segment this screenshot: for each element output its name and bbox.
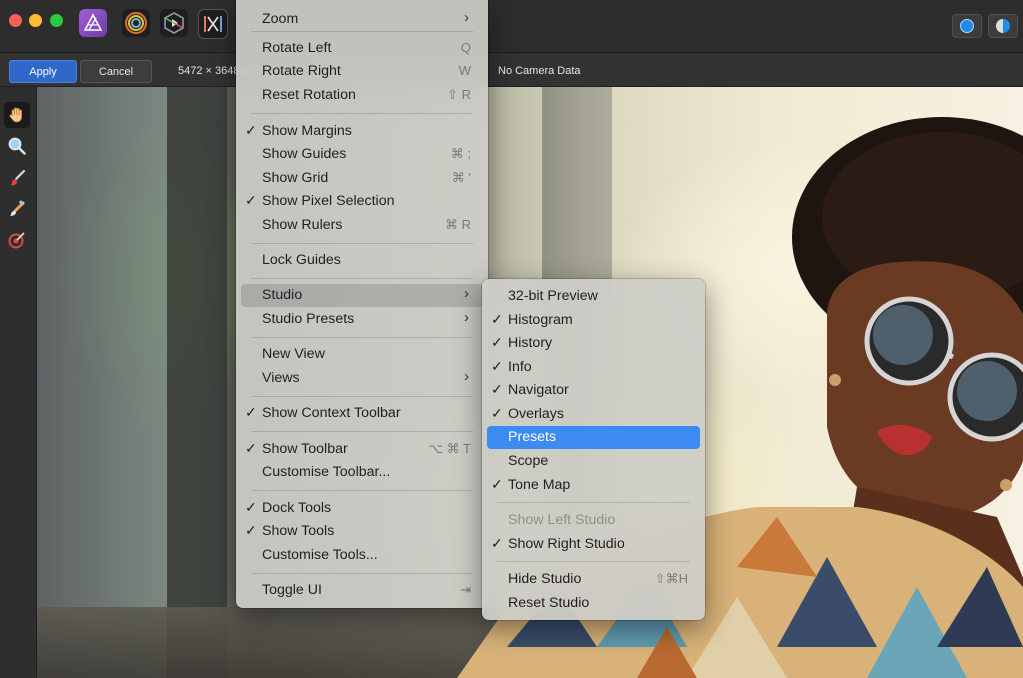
- menu-item-show-context-toolbar[interactable]: ✓ Show Context Toolbar: [241, 402, 483, 425]
- menu-item-show-guides[interactable]: Show Guides ⌘ ;: [241, 143, 483, 166]
- hand-icon: [9, 107, 22, 123]
- minimize-window-button[interactable]: [29, 14, 42, 27]
- menu-item-show-toolbar[interactable]: ✓ Show Toolbar ⌥ ⌘ T: [241, 438, 483, 461]
- zoom-window-button[interactable]: [50, 14, 63, 27]
- menu-item-reset-rotation[interactable]: Reset Rotation ⇧ R: [241, 84, 483, 107]
- brush-tool[interactable]: [4, 165, 30, 191]
- split-view-button[interactable]: [988, 14, 1018, 38]
- menu-item-presets[interactable]: Presets: [487, 426, 700, 449]
- checkmark-icon: ✓: [245, 192, 257, 208]
- photo-persona-icon[interactable]: [79, 9, 107, 37]
- menu-item-hide-studio[interactable]: Hide Studio ⇧⌘H: [487, 568, 700, 591]
- menu-item-show-tools[interactable]: ✓ Show Tools: [241, 520, 483, 543]
- menu-item-show-left-studio: Show Left Studio: [508, 512, 616, 528]
- checkmark-icon: ✓: [491, 334, 503, 350]
- tab-key-icon: ⇥: [460, 582, 471, 597]
- tools-panel: [0, 87, 37, 678]
- chevron-right-icon: ›: [464, 9, 469, 26]
- menu-item-histogram[interactable]: ✓ Histogram: [487, 309, 700, 332]
- color-dot-icon: [960, 19, 974, 33]
- checkmark-icon: ✓: [491, 358, 503, 374]
- checkmark-icon: ✓: [491, 311, 503, 327]
- selection-brush-tool[interactable]: [4, 196, 30, 222]
- checkmark-icon: ✓: [491, 535, 503, 551]
- liquify-persona-icon[interactable]: [122, 9, 150, 37]
- menu-item-rotate-right[interactable]: Rotate Right W: [241, 60, 483, 83]
- hand-tool[interactable]: [4, 102, 30, 128]
- checkmark-icon: ✓: [245, 499, 257, 515]
- checkmark-icon: ✓: [491, 405, 503, 421]
- cancel-button[interactable]: Cancel: [80, 60, 152, 83]
- chevron-right-icon: ›: [464, 309, 469, 326]
- color-mode-button[interactable]: [952, 14, 982, 38]
- split-view-icon: [996, 19, 1010, 33]
- brush-icon: [10, 169, 26, 186]
- menu-item-scope[interactable]: Scope: [487, 450, 700, 473]
- menu-item-toggle-ui[interactable]: Toggle UI ⇥: [241, 579, 483, 602]
- magnifier-icon: [8, 137, 26, 155]
- menu-item-32bit-preview[interactable]: 32-bit Preview: [487, 285, 700, 308]
- menu-item-navigator[interactable]: ✓ Navigator: [487, 379, 700, 402]
- menu-item-show-margins[interactable]: ✓ Show Margins: [241, 120, 483, 143]
- white-balance-icon: [8, 232, 25, 249]
- menu-item-show-rulers[interactable]: Show Rulers ⌘ R: [241, 214, 483, 237]
- develop-persona-icon[interactable]: [160, 9, 188, 37]
- menu-item-views[interactable]: Views ›: [241, 367, 483, 390]
- menu-item-overlays[interactable]: ✓ Overlays: [487, 403, 700, 426]
- apply-button[interactable]: Apply: [9, 60, 77, 83]
- menu-item-dock-tools[interactable]: ✓ Dock Tools: [241, 497, 483, 520]
- menu-item-customise-toolbar[interactable]: Customise Toolbar...: [241, 461, 483, 484]
- white-balance-tool[interactable]: [4, 227, 30, 253]
- menu-item-lock-guides[interactable]: Lock Guides: [241, 249, 483, 272]
- menu-item-studio-presets[interactable]: Studio Presets ›: [241, 308, 483, 331]
- tone-mapping-persona-icon[interactable]: [198, 9, 228, 39]
- context-toolbar: Apply Cancel 5472 × 3648px No Camera Dat…: [0, 53, 1023, 87]
- camera-info: No Camera Data: [498, 65, 581, 77]
- studio-submenu: 32-bit Preview ✓ Histogram ✓ History ✓ I…: [482, 279, 705, 620]
- menu-item-studio[interactable]: Studio ›: [241, 284, 483, 307]
- chevron-right-icon: ›: [464, 368, 469, 385]
- menu-item-reset-studio[interactable]: Reset Studio: [487, 592, 700, 615]
- menu-item-info[interactable]: ✓ Info: [487, 356, 700, 379]
- menu-item-show-right-studio[interactable]: ✓ Show Right Studio: [487, 533, 700, 556]
- checkmark-icon: ✓: [245, 440, 257, 456]
- checkmark-icon: ✓: [491, 381, 503, 397]
- checkmark-icon: ✓: [245, 404, 257, 420]
- menu-item-customise-tools[interactable]: Customise Tools...: [241, 544, 483, 567]
- menu-item-show-grid[interactable]: Show Grid ⌘ ': [241, 167, 483, 190]
- menu-item-new-view[interactable]: New View: [241, 343, 483, 366]
- view-menu: Zoom › Rotate Left Q Rotate Right W Rese…: [236, 0, 488, 608]
- menu-item-history[interactable]: ✓ History: [487, 332, 700, 355]
- menu-item-show-pixel-selection[interactable]: ✓ Show Pixel Selection: [241, 190, 483, 213]
- menu-item-tone-map[interactable]: ✓ Tone Map: [487, 474, 700, 497]
- close-window-button[interactable]: [9, 14, 22, 27]
- selection-brush-icon: [10, 200, 25, 216]
- chevron-right-icon: ›: [464, 285, 469, 302]
- zoom-tool[interactable]: [4, 133, 30, 159]
- title-bar: [0, 0, 1023, 53]
- checkmark-icon: ✓: [245, 122, 257, 138]
- checkmark-icon: ✓: [245, 522, 257, 538]
- checkmark-icon: ✓: [491, 476, 503, 492]
- menu-item-zoom[interactable]: Zoom ›: [241, 8, 483, 31]
- menu-item-rotate-left[interactable]: Rotate Left Q: [241, 37, 483, 60]
